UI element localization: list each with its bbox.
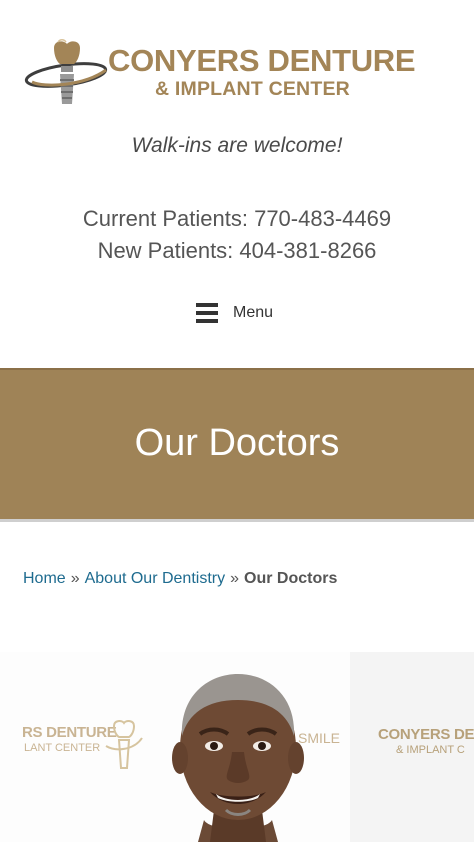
- backdrop-logo-text-right: CONYERS DE: [378, 726, 474, 743]
- breadcrumb-separator: »: [70, 570, 80, 587]
- breadcrumb: Home» About Our Dentistry» Our Doctors: [23, 570, 337, 588]
- doctor-portrait: [172, 674, 304, 842]
- menu-toggle-button[interactable]: Menu: [196, 298, 286, 328]
- breadcrumb-separator: »: [230, 570, 239, 587]
- phone-new-patients[interactable]: New Patients: 404-381-8266: [0, 238, 474, 264]
- doctor-photo: RS DENTURE LANT CENTER SMILE CONYERS DE …: [0, 652, 474, 842]
- breadcrumb-about-link[interactable]: About Our Dentistry: [85, 570, 226, 587]
- page-title: Our Doctors: [134, 422, 340, 464]
- breadcrumb-current: Our Doctors: [244, 570, 338, 587]
- page-title-banner: Our Doctors: [0, 368, 474, 522]
- tagline: Walk-ins are welcome!: [131, 134, 343, 157]
- backdrop-logo-text: RS DENTURE: [22, 724, 117, 741]
- phone-current-patients[interactable]: Current Patients: 770-483-4469: [0, 206, 474, 232]
- hamburger-icon: [196, 302, 218, 324]
- tooth-implant-icon: [24, 39, 108, 104]
- site-logo[interactable]: CONYERS DENTURE & IMPLANT CENTER: [24, 38, 434, 112]
- backdrop-logo-subtext-right: & IMPLANT C: [396, 744, 465, 756]
- backdrop-tooth-icon: [105, 720, 143, 769]
- backdrop-logo-subtext: LANT CENTER: [24, 742, 101, 754]
- breadcrumb-home-link[interactable]: Home: [23, 570, 66, 587]
- logo-subtitle: & IMPLANT CENTER: [155, 78, 350, 100]
- logo-title: CONYERS DENTURE: [108, 43, 416, 78]
- menu-label: Menu: [233, 304, 274, 321]
- site-header: CONYERS DENTURE & IMPLANT CENTER Walk-in…: [0, 0, 474, 368]
